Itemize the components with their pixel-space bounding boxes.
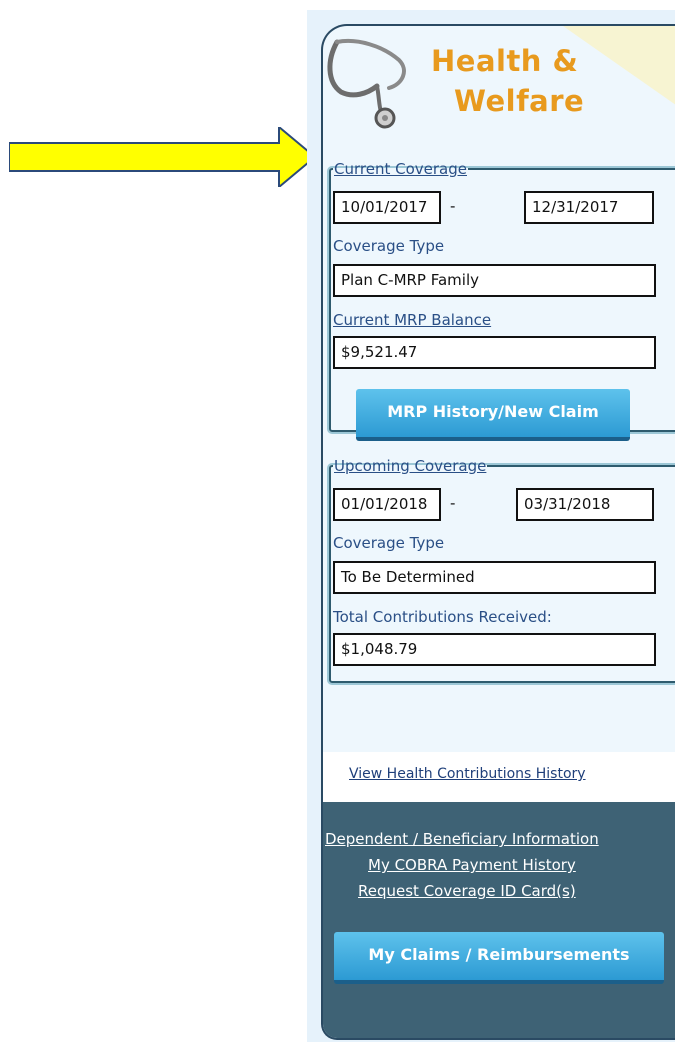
arrow-right-icon [9, 127, 315, 187]
date-separator: - [450, 494, 456, 512]
total-contributions-field: $1,048.79 [333, 633, 656, 666]
current-mrp-balance-field: $9,521.47 [333, 336, 656, 369]
contributions-history-strip: View Health Contributions History [323, 752, 675, 802]
current-start-date-field: 10/01/2017 [333, 191, 441, 224]
upcoming-end-date-field: 03/31/2018 [516, 488, 654, 521]
links-panel: Dependent / Beneficiary Information My C… [323, 802, 675, 1038]
mrp-history-new-claim-button[interactable]: MRP History/New Claim [356, 389, 630, 441]
current-coverage-section: Current Coverage 10/01/2017 - 12/31/2017… [329, 160, 675, 441]
current-mrp-balance-label[interactable]: Current MRP Balance [333, 311, 491, 329]
dependent-beneficiary-information-link[interactable]: Dependent / Beneficiary Information [325, 830, 599, 848]
panel-card: Health & Welfare Current Coverage 10/01/… [321, 24, 675, 1040]
coverage-type-label: Coverage Type [333, 237, 445, 255]
upcoming-start-date-field: 01/01/2018 [333, 488, 441, 521]
current-coverage-type-field: Plan C-MRP Family [333, 264, 656, 297]
current-end-date-field: 12/31/2017 [524, 191, 654, 224]
request-coverage-id-card-link[interactable]: Request Coverage ID Card(s) [358, 882, 576, 900]
health-welfare-panel: Health & Welfare Current Coverage 10/01/… [307, 10, 675, 1042]
view-health-contributions-history-link[interactable]: View Health Contributions History [349, 766, 586, 782]
upcoming-coverage-section: Upcoming Coverage 01/01/2018 - 03/31/201… [329, 457, 675, 683]
date-separator: - [450, 197, 456, 215]
my-cobra-payment-history-link[interactable]: My COBRA Payment History [368, 856, 576, 874]
upcoming-coverage-type-field: To Be Determined [333, 561, 656, 594]
title-line-1: Health & [431, 44, 579, 78]
stethoscope-icon [327, 39, 406, 129]
title-line-2: Welfare [454, 84, 585, 118]
upcoming-coverage-legend[interactable]: Upcoming Coverage [333, 457, 487, 475]
total-contributions-label: Total Contributions Received: [333, 608, 552, 626]
coverage-type-label: Coverage Type [333, 534, 445, 552]
current-coverage-legend[interactable]: Current Coverage [333, 160, 468, 178]
my-claims-reimbursements-button[interactable]: My Claims / Reimbursements [334, 932, 664, 984]
